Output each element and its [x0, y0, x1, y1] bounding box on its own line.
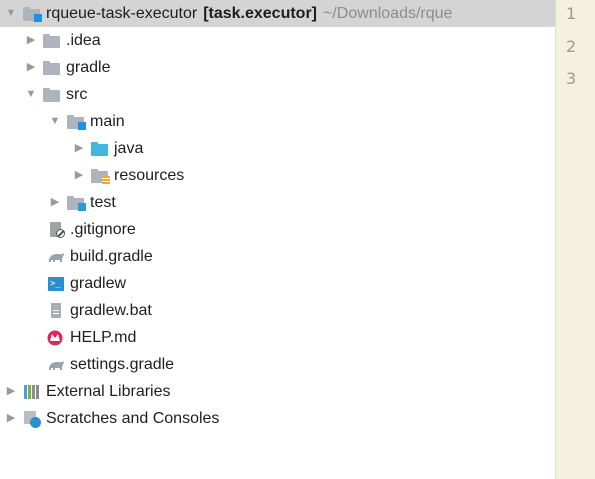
- tree-row-external-libraries[interactable]: ▶ External Libraries: [0, 378, 555, 405]
- tree-row-settings-gradle[interactable]: settings.gradle: [0, 351, 555, 378]
- expand-arrow-icon[interactable]: ▶: [4, 385, 18, 399]
- expand-arrow-icon[interactable]: ▶: [72, 169, 86, 183]
- editor-gutter: 1 2 3: [555, 0, 595, 479]
- folder-icon: [42, 87, 62, 103]
- tree-row-root[interactable]: ▼ rqueue-task-executor [task.executor] ~…: [0, 0, 555, 27]
- folder-icon: [42, 33, 62, 49]
- module-folder-icon: [22, 6, 42, 22]
- tree-item-label: External Libraries: [46, 383, 171, 400]
- source-root-folder-icon: [66, 114, 86, 130]
- tree-item-label: build.gradle: [70, 248, 153, 265]
- collapse-arrow-icon[interactable]: ▼: [48, 115, 62, 129]
- tree-item-label: settings.gradle: [70, 356, 175, 373]
- expand-arrow-icon[interactable]: ▶: [24, 61, 38, 75]
- tree-item-label: resources: [114, 167, 185, 184]
- tree-row-main[interactable]: ▼ main: [0, 108, 555, 135]
- tree-row-gradlew[interactable]: >_ gradlew: [0, 270, 555, 297]
- tree-row-help-md[interactable]: HELP.md: [0, 324, 555, 351]
- tree-row-build-gradle[interactable]: build.gradle: [0, 243, 555, 270]
- expand-arrow-icon[interactable]: ▶: [72, 142, 86, 156]
- collapse-arrow-icon[interactable]: ▼: [24, 88, 38, 102]
- libraries-icon: [22, 384, 42, 400]
- gradle-file-icon: [46, 249, 66, 265]
- tree-row-gitignore[interactable]: .gitignore: [0, 216, 555, 243]
- expand-arrow-icon[interactable]: ▶: [24, 34, 38, 48]
- collapse-arrow-icon[interactable]: ▼: [4, 7, 18, 21]
- tree-row-src[interactable]: ▼ src: [0, 81, 555, 108]
- folder-icon: [42, 60, 62, 76]
- tree-item-label: gradle: [66, 59, 111, 76]
- tree-item-label: test: [90, 194, 116, 211]
- tree-row-test[interactable]: ▶ test: [0, 189, 555, 216]
- tree-item-label: gradlew.bat: [70, 302, 152, 319]
- tree-row-scratches[interactable]: ▶ Scratches and Consoles: [0, 405, 555, 432]
- test-folder-icon: [66, 195, 86, 211]
- tree-item-label: .gitignore: [70, 221, 136, 238]
- module-name: [task.executor]: [203, 5, 318, 22]
- project-name: rqueue-task-executor: [46, 5, 198, 22]
- tree-row-idea[interactable]: ▶ .idea: [0, 27, 555, 54]
- tree-item-label: gradlew: [70, 275, 127, 292]
- expand-arrow-icon[interactable]: ▶: [48, 196, 62, 210]
- line-number: 1: [566, 4, 577, 23]
- project-tree: ▼ rqueue-task-executor [task.executor] ~…: [0, 0, 555, 479]
- tree-item-label: main: [90, 113, 125, 130]
- shell-script-icon: >_: [46, 276, 66, 292]
- gradle-file-icon: [46, 357, 66, 373]
- tree-item-label: HELP.md: [70, 329, 137, 346]
- gitignore-file-icon: [46, 221, 66, 238]
- bat-file-icon: [46, 302, 66, 319]
- tree-row-gradle[interactable]: ▶ gradle: [0, 54, 555, 81]
- line-number: 3: [566, 69, 577, 88]
- tree-row-resources[interactable]: ▶ resources: [0, 162, 555, 189]
- markdown-file-icon: [46, 330, 66, 346]
- project-path: ~/Downloads/rque: [323, 5, 453, 22]
- tree-item-label: java: [114, 140, 144, 157]
- scratches-icon: [22, 410, 42, 428]
- tree-item-label: src: [66, 86, 88, 103]
- tree-row-gradlew-bat[interactable]: gradlew.bat: [0, 297, 555, 324]
- tree-item-label: .idea: [66, 32, 101, 49]
- java-folder-icon: [90, 141, 110, 157]
- resources-folder-icon: [90, 168, 110, 184]
- line-number: 2: [566, 37, 577, 56]
- tree-item-label: Scratches and Consoles: [46, 410, 220, 427]
- tree-row-java[interactable]: ▶ java: [0, 135, 555, 162]
- expand-arrow-icon[interactable]: ▶: [4, 412, 18, 426]
